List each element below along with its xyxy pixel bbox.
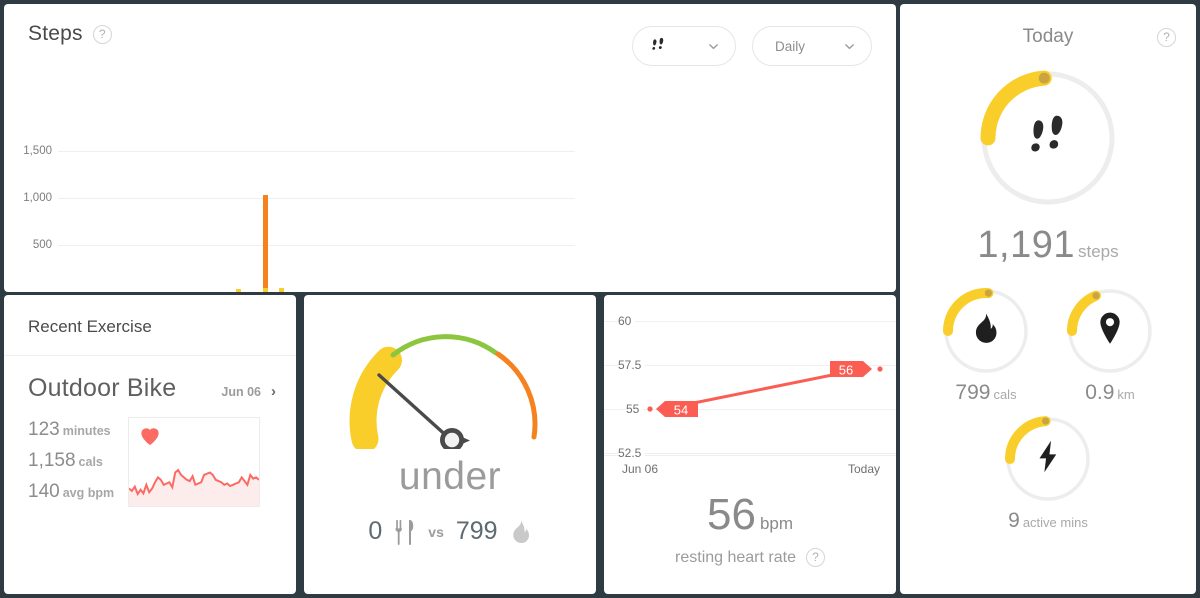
chevron-down-icon xyxy=(708,41,719,52)
today-metric: 9 active mins xyxy=(1000,411,1096,533)
metric-unit: km xyxy=(1117,387,1135,402)
metric-label: 0.9 km xyxy=(1085,381,1135,405)
exercise-name: Outdoor Bike xyxy=(28,374,177,402)
today-title: Today xyxy=(1022,26,1074,47)
chevron-right-icon[interactable]: › xyxy=(271,383,276,400)
metric-progress-ring xyxy=(1062,283,1158,379)
steps-panel: Steps ? Daily 500 1,000 1,500 xyxy=(4,4,896,292)
flame-icon xyxy=(971,312,1001,351)
calories-burned-value: 799 xyxy=(455,517,498,545)
metric-unit: cals xyxy=(993,387,1017,402)
metric-progress-ring xyxy=(938,283,1034,379)
steps-bar-chart[interactable]: 12AM24681012PM24681012AM 5001,0001,500 xyxy=(4,66,896,292)
help-icon[interactable]: ? xyxy=(92,24,112,44)
today-steps-number: 1,191 xyxy=(977,224,1075,266)
resting-heart-rate-panel: 60 57.5 55 52.5 54 56 Jun 06 Today 56 bpm… xyxy=(604,295,896,594)
exercise-heartrate-sparkline xyxy=(128,417,261,507)
recent-exercise-title: Recent Exercise xyxy=(28,317,152,336)
hr-big-number: 56 xyxy=(706,490,756,539)
today-header: Today ? xyxy=(900,4,1196,48)
recent-exercise-panel: Recent Exercise Outdoor Bike Jun 06 › 12… xyxy=(4,295,296,594)
calorie-gauge xyxy=(304,295,596,449)
fitness-dashboard: Steps ? Daily 500 1,000 1,500 Recent Exe… xyxy=(0,0,1200,598)
metric-value: 0.9 xyxy=(1085,381,1115,404)
today-metric: 0.9 km xyxy=(1062,283,1158,405)
calories-consumed-value: 0 xyxy=(368,517,383,545)
today-metric: 799 cals xyxy=(938,283,1034,405)
footprints-icon xyxy=(649,36,669,56)
steps-plot-area xyxy=(58,132,575,292)
exercise-stat-value: 123 xyxy=(28,419,60,440)
today-main-metric: 1,191 steps xyxy=(900,48,1196,267)
calorie-state-label: under xyxy=(398,455,502,498)
resting-heart-rate-value: 56 bpm xyxy=(604,490,896,540)
exercise-stats: 123 minutes 1,158 cals 140 avg bpm xyxy=(28,417,114,507)
steps-bar[interactable] xyxy=(262,287,268,292)
recent-exercise-body[interactable]: Outdoor Bike Jun 06 › 123 minutes 1,158 cal… xyxy=(4,356,296,507)
svg-text:54: 54 xyxy=(674,403,688,418)
chevron-down-icon xyxy=(844,41,855,52)
steps-ring-end-dot xyxy=(1038,72,1050,84)
metric-unit: active mins xyxy=(1022,515,1088,530)
exercise-stat-unit: minutes xyxy=(62,424,111,438)
steps-ytick-0: 500 xyxy=(32,238,52,251)
steps-ytick-1: 1,000 xyxy=(23,191,52,204)
metric-label: 9 active mins xyxy=(1008,509,1088,533)
metric-value: 799 xyxy=(955,381,991,404)
page-title: Steps xyxy=(28,22,83,45)
today-steps-value: 1,191 steps xyxy=(977,224,1118,267)
gridline xyxy=(58,197,575,199)
location-pin-icon xyxy=(1096,312,1124,351)
today-steps-unit: steps xyxy=(1077,242,1119,261)
calorie-comparison: 0 vs 799 xyxy=(304,517,596,546)
help-icon[interactable]: ? xyxy=(1157,28,1176,47)
steps-bar[interactable] xyxy=(278,288,284,292)
fork-knife-icon xyxy=(394,519,416,545)
today-panel: Today ? 1,191 steps 799 cals 0.9 km 9 ac… xyxy=(900,4,1196,594)
help-icon[interactable]: ? xyxy=(805,548,825,567)
steps-header: Steps ? Daily xyxy=(4,4,896,66)
steps-ytick-2: 1,500 xyxy=(23,144,52,157)
steps-controls: Daily xyxy=(632,26,872,66)
lightning-bolt-icon xyxy=(1035,440,1061,479)
steps-type-dropdown[interactable] xyxy=(632,26,736,66)
steps-period-value: Daily xyxy=(775,38,806,54)
resting-heart-rate-label: resting heart rate xyxy=(675,548,796,566)
resting-heart-rate-label-row: resting heart rate ? xyxy=(604,548,896,567)
metric-progress-ring xyxy=(1000,411,1096,507)
exercise-date: Jun 06 xyxy=(221,385,261,399)
heartrate-sparkline-path xyxy=(129,468,260,506)
steps-bar[interactable] xyxy=(262,195,268,292)
exercise-stat: 1,158 cals xyxy=(28,450,114,472)
steps-period-dropdown[interactable]: Daily xyxy=(752,26,872,66)
steps-progress-ring xyxy=(972,62,1124,214)
hr-big-unit: bpm xyxy=(759,514,794,533)
exercise-stat: 140 avg bpm xyxy=(28,481,114,503)
metric-label: 799 cals xyxy=(955,381,1016,405)
calorie-vs-label: vs xyxy=(428,523,444,540)
steps-bar[interactable] xyxy=(235,289,241,292)
svg-text:56: 56 xyxy=(839,363,853,378)
flame-icon xyxy=(510,519,532,545)
exercise-stat: 123 minutes xyxy=(28,419,114,441)
gridline xyxy=(58,150,575,152)
heart-rate-chart: 60 57.5 55 52.5 54 56 xyxy=(604,295,896,460)
today-metrics: 799 cals 0.9 km 9 active mins xyxy=(900,283,1196,533)
exercise-stat-unit: cals xyxy=(78,455,103,469)
calorie-gauge-panel: under 0 vs 799 xyxy=(304,295,596,594)
metric-value: 9 xyxy=(1008,509,1020,532)
recent-exercise-header: Recent Exercise xyxy=(4,295,296,356)
exercise-stat-unit: avg bpm xyxy=(62,486,115,500)
footprints-icon xyxy=(1021,109,1075,168)
exercise-stat-value: 140 xyxy=(28,481,60,502)
gridline xyxy=(58,244,575,246)
exercise-stat-value: 1,158 xyxy=(28,450,76,471)
